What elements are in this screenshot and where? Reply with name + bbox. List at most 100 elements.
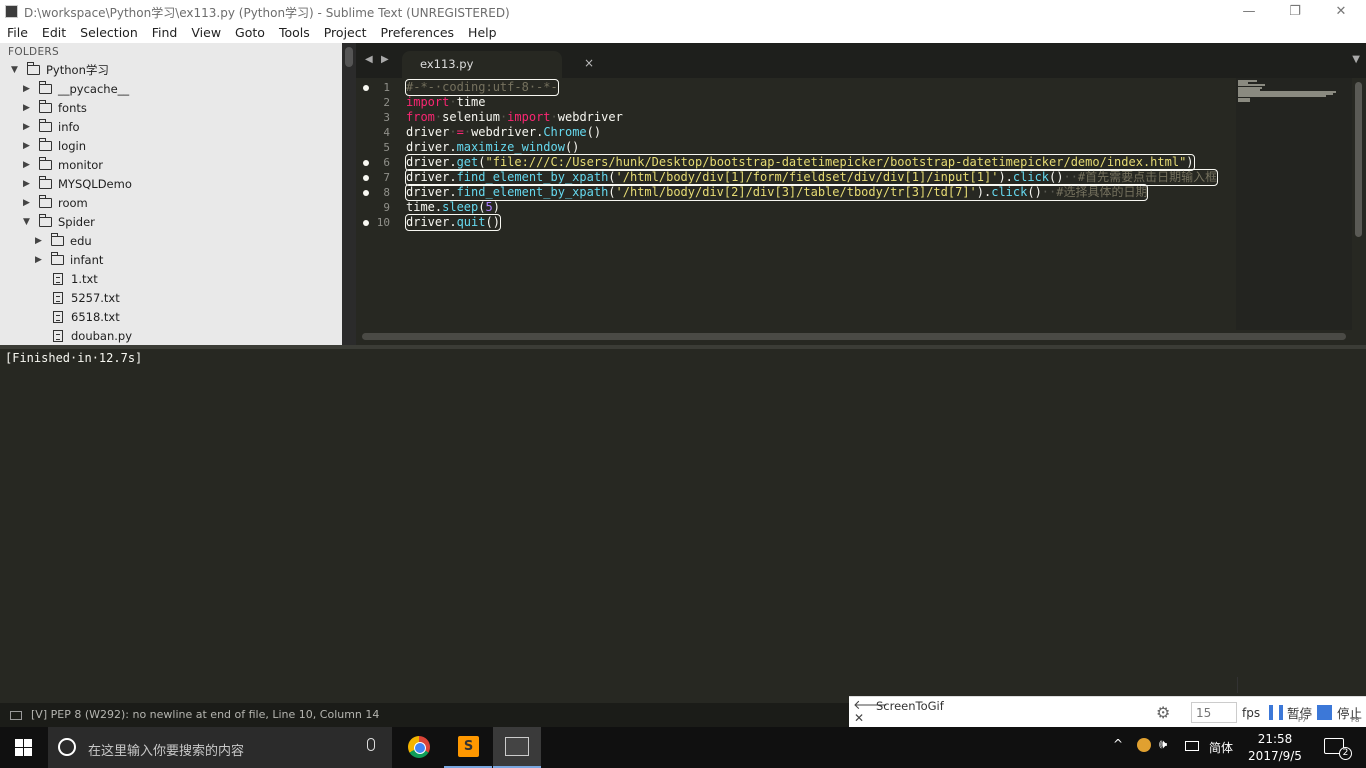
code-token: ( (478, 155, 486, 169)
code-token: () (586, 125, 602, 139)
menu-file[interactable]: File (7, 23, 35, 43)
code-line[interactable]: driver.find_element_by_xpath('/html/body… (404, 169, 1219, 186)
taskbar-chrome[interactable] (395, 727, 443, 768)
collapsed-arrow-icon[interactable]: ▶ (23, 160, 33, 170)
microphone-icon[interactable] (367, 738, 375, 751)
collapsed-arrow-icon[interactable]: ▶ (23, 198, 33, 208)
tab-ex113-py[interactable]: ex113.py × (402, 51, 594, 78)
sidebar-folder[interactable]: ▶ edu (35, 231, 92, 250)
screentogif-recorder: 🡐 ✕ ScreenToGif ⚙ 15 fps 暂停 F7 停止 F8 (849, 696, 1366, 727)
code-line[interactable]: time.sleep(5) (406, 200, 500, 215)
code-line[interactable]: import·time (406, 95, 486, 110)
collapsed-arrow-icon[interactable]: ▶ (23, 84, 33, 94)
editor-scroll-thumb[interactable] (1355, 82, 1362, 237)
fps-input[interactable]: 15 (1191, 702, 1237, 723)
panel-toggle-icon[interactable] (10, 711, 22, 720)
code-token: driver. (406, 185, 457, 199)
taskbar-screentogif[interactable] (493, 727, 541, 768)
taskbar-clock[interactable]: 21:58 2017/9/5 (1245, 731, 1305, 765)
sidebar-file[interactable]: 5257.txt (35, 288, 120, 307)
line-number: 4 (383, 126, 390, 139)
editor-vertical-scrollbar[interactable] (1352, 78, 1366, 330)
sidebar-scroll-thumb[interactable] (345, 47, 353, 67)
code-line[interactable]: driver·=·webdriver.Chrome() (406, 125, 601, 140)
menu-edit[interactable]: Edit (42, 23, 73, 43)
close-button[interactable]: ✕ (1318, 0, 1364, 23)
menu-tools[interactable]: Tools (279, 23, 317, 43)
gear-icon[interactable]: ⚙ (1156, 703, 1170, 722)
sidebar-folder[interactable]: ▶ fonts (23, 98, 87, 117)
tab-next-icon[interactable]: ▶ (381, 54, 389, 65)
stop-icon[interactable] (1317, 705, 1332, 720)
minimize-button[interactable]: — (1226, 0, 1272, 23)
folders-header: FOLDERS (8, 46, 59, 58)
code-token: import (406, 95, 450, 109)
sidebar-folder[interactable]: ▶ infant (35, 250, 103, 269)
stop-shortcut: F8 (1351, 716, 1360, 724)
tab-label: ex113.py (420, 57, 474, 71)
sidebar-folder[interactable]: ▼ Spider (23, 212, 95, 231)
collapsed-arrow-icon[interactable]: ▶ (23, 141, 33, 151)
tray-app-icon[interactable] (1137, 738, 1151, 752)
taskbar-search-box[interactable]: 在这里输入你要搜索的内容 (48, 727, 392, 768)
sidebar-scrollbar[interactable] (342, 43, 356, 345)
collapsed-arrow-icon[interactable]: ▶ (23, 103, 33, 113)
sidebar-folder[interactable]: ▶ room (23, 193, 88, 212)
menu-help[interactable]: Help (468, 23, 504, 43)
folder-open-icon (39, 213, 52, 227)
input-language[interactable]: 简体 (1209, 739, 1233, 756)
notification-center-icon[interactable]: 2 (1324, 738, 1352, 760)
expanded-arrow-icon[interactable]: ▼ (23, 217, 33, 227)
expanded-arrow-icon[interactable]: ▼ (11, 65, 21, 75)
taskbar-sublime[interactable]: S (444, 727, 492, 768)
sidebar-file[interactable]: 6518.txt (35, 307, 120, 326)
code-token: find_element_by_xpath (456, 185, 609, 199)
tab-close-icon[interactable]: × (584, 56, 594, 70)
chrome-icon (408, 736, 430, 758)
menu-find[interactable]: Find (152, 23, 185, 43)
folder-icon (51, 232, 64, 246)
menu-selection[interactable]: Selection (80, 23, 145, 43)
sidebar-item-label: edu (70, 233, 92, 248)
code-line[interactable]: driver.get("file:///C:/Users/hunk/Deskto… (405, 154, 1195, 171)
code-line[interactable]: driver.maximize_window() (406, 140, 579, 155)
code-line[interactable]: driver.quit() (405, 214, 501, 231)
sidebar-folder[interactable]: ▶ login (23, 136, 86, 155)
pause-icon[interactable] (1269, 705, 1283, 720)
sidebar-file[interactable]: 1.txt (35, 269, 98, 288)
menu-goto[interactable]: Goto (235, 23, 272, 43)
restore-button[interactable]: ❐ (1272, 0, 1318, 23)
code-line[interactable]: driver.find_element_by_xpath('/html/body… (404, 184, 1149, 201)
minimap[interactable] (1236, 78, 1352, 330)
collapsed-arrow-icon[interactable]: ▶ (23, 122, 33, 132)
recorder-close-icon[interactable]: ✕ (854, 711, 864, 725)
editor-horizontal-scrollbar[interactable] (362, 333, 1346, 340)
sidebar-folder[interactable]: ▶ info (23, 117, 80, 136)
code-line[interactable]: from·selenium·import·webdriver (406, 110, 623, 125)
sidebar-folder[interactable]: ▼ Python学习 (11, 60, 109, 79)
sidebar-file[interactable]: douban.py (35, 326, 132, 345)
code-line[interactable]: #-*-·coding:utf-8·-*- (405, 79, 559, 96)
tab-dropdown-icon[interactable]: ▼ (1352, 54, 1360, 65)
cortana-icon[interactable] (58, 738, 76, 756)
folder-icon (39, 156, 52, 170)
tab-prev-icon[interactable]: ◀ (365, 54, 373, 65)
code-editor[interactable]: 1 2 3 4 5 6 7 8 9 10 #-*-·coding:utf-8·-*- import·… (356, 78, 1366, 345)
sidebar-folder[interactable]: ▶ MYSQLDemo (23, 174, 132, 193)
collapsed-arrow-icon[interactable]: ▶ (23, 179, 33, 189)
volume-icon[interactable]: 🕪 (1159, 737, 1167, 752)
sidebar-item-label: Spider (58, 214, 95, 229)
start-button[interactable] (0, 727, 48, 768)
tray-chevron-icon[interactable]: ^ (1113, 737, 1123, 751)
status-text: [V] PEP 8 (W292): no newline at end of f… (31, 708, 380, 721)
menu-view[interactable]: View (191, 23, 228, 43)
network-icon[interactable] (1185, 741, 1199, 751)
collapsed-arrow-icon[interactable]: ▶ (35, 236, 45, 246)
sidebar-folder[interactable]: ▶ monitor (23, 155, 103, 174)
collapsed-arrow-icon[interactable]: ▶ (35, 255, 45, 265)
minimap-line (1238, 99, 1250, 102)
sidebar-folder[interactable]: ▶ __pycache__ (23, 79, 129, 98)
menu-project[interactable]: Project (324, 23, 374, 43)
menu-preferences[interactable]: Preferences (381, 23, 462, 43)
clock-date: 2017/9/5 (1248, 749, 1302, 763)
